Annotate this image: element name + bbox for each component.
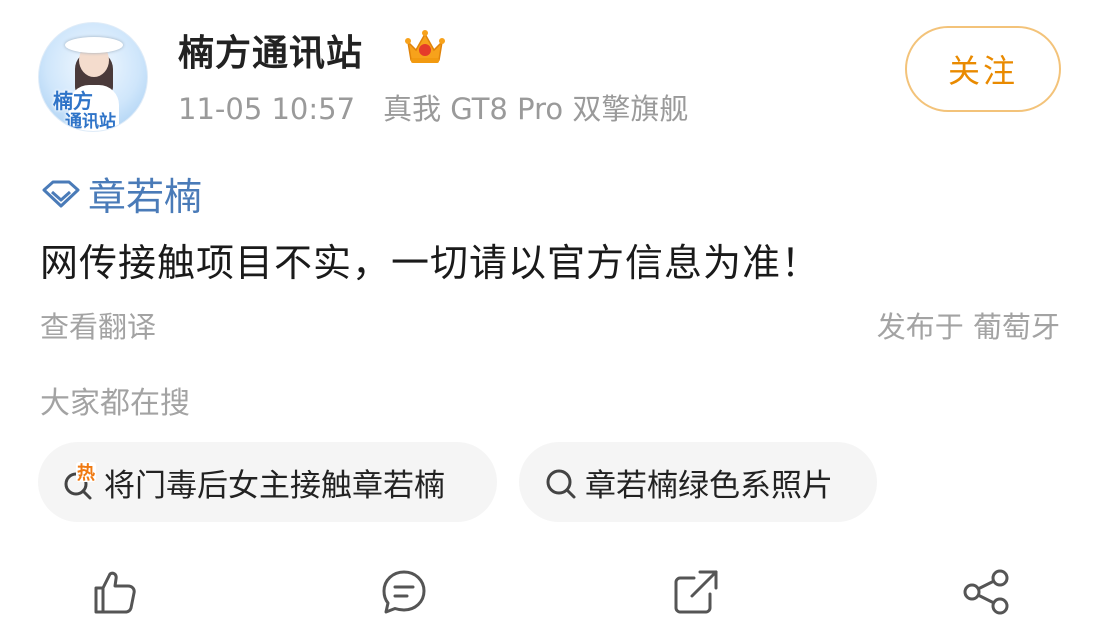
- comment-icon[interactable]: [380, 568, 428, 616]
- avatar-hat: [65, 37, 123, 53]
- post-meta: 11-05 10:57 真我 GT8 Pro 双擎旗舰: [178, 86, 716, 128]
- diamond-icon: [42, 180, 80, 207]
- search-chip[interactable]: 章若楠绿色系照片: [519, 442, 877, 522]
- post-device[interactable]: 真我 GT8 Pro 双擎旗舰: [383, 92, 688, 126]
- search-icon: [543, 462, 579, 502]
- crown-icon: [405, 30, 445, 63]
- hot-search-icon: 热: [62, 462, 98, 502]
- hot-badge: 热: [77, 462, 95, 484]
- post-time: 11-05 10:57: [178, 92, 356, 126]
- search-chip[interactable]: 热 将门毒后女主接触章若楠: [38, 442, 497, 522]
- author-name[interactable]: 楠方通讯站: [178, 24, 363, 76]
- search-section-title: 大家都在搜: [40, 386, 190, 421]
- search-chip-label: 将门毒后女主接触章若楠: [104, 467, 445, 504]
- translate-link[interactable]: 查看翻译: [40, 304, 156, 346]
- post-content: 网传接触项目不实，一切请以官方信息为准！: [40, 241, 821, 285]
- repost-icon[interactable]: [672, 568, 720, 616]
- topic-label: 章若楠: [88, 175, 203, 219]
- search-chip-label: 章若楠绿色系照片: [585, 467, 833, 504]
- follow-button[interactable]: 关注: [905, 26, 1061, 112]
- topic-link[interactable]: 章若楠: [40, 166, 202, 221]
- avatar-logo-text-2: 通讯站: [65, 112, 116, 132]
- like-icon[interactable]: [90, 568, 138, 616]
- avatar[interactable]: 楠方 通讯站: [38, 22, 148, 132]
- post-location: 发布于 葡萄牙: [876, 310, 1060, 344]
- share-icon[interactable]: [962, 568, 1010, 616]
